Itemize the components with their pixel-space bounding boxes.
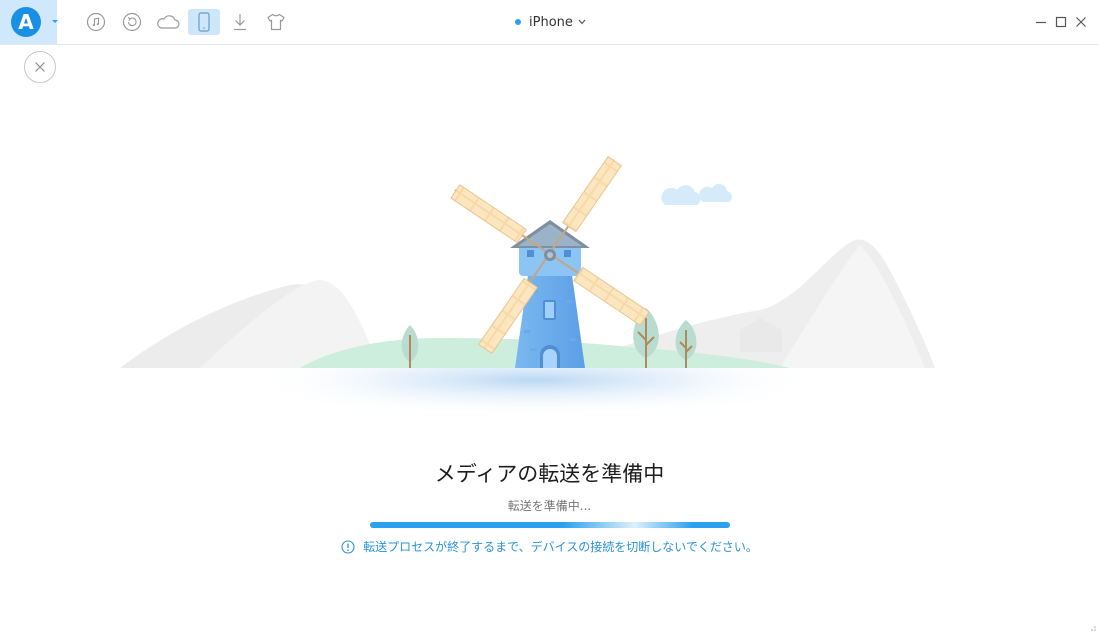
download-icon [234,14,246,31]
info-icon [341,539,355,554]
device-tool-button[interactable] [188,9,220,35]
windmill-illustration [120,155,935,428]
resize-grip-icon[interactable] [1089,624,1097,632]
download-tool-button[interactable] [224,9,256,35]
maximize-button[interactable] [1052,13,1070,31]
title-bar: A iPhone [0,0,1099,45]
app-menu-button[interactable]: A [0,0,58,44]
minimize-button[interactable] [1032,13,1050,31]
app-window: A iPhone メディアの転送を準備中 転送を準備中... 転送プロセスが終了… [0,0,1099,634]
phone-icon [198,12,210,32]
music-icon [86,12,106,32]
minimize-icon [1036,21,1046,24]
music-tool-button[interactable] [80,9,112,35]
cloud-icon [157,15,180,29]
maximize-icon [1055,16,1067,28]
close-window-button[interactable] [1072,13,1090,31]
connected-dot-icon [515,19,521,25]
tshirt-icon [267,13,285,31]
progress-highlight [563,522,693,528]
restore-icon [122,12,142,32]
chevron-down-icon [52,20,58,23]
chevron-down-icon [578,19,586,25]
warning-notice: 転送プロセスが終了するまで、デバイスの接続を切断しないでください。 [0,538,1099,555]
device-selector[interactable]: iPhone [515,12,586,32]
progress-bar [370,522,730,528]
close-icon [1076,17,1086,27]
restore-tool-button[interactable] [116,9,148,35]
close-icon [35,62,45,72]
warning-text: 転送プロセスが終了するまで、デバイスの接続を切断しないでください。 [363,540,758,554]
app-logo: A [11,7,41,37]
status-text: 転送を準備中... [507,499,592,513]
tshirt-tool-button[interactable] [260,9,292,35]
cloud-tool-button[interactable] [152,9,184,35]
device-name: iPhone [529,14,573,30]
page-title: メディアの転送を準備中 [434,462,665,486]
cancel-transfer-button[interactable] [24,51,56,83]
